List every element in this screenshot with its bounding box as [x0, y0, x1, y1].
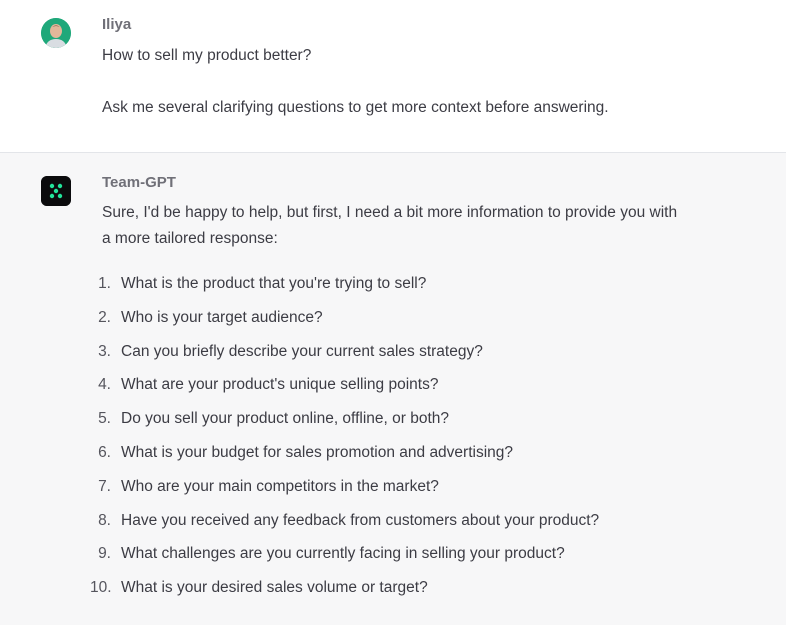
user-avatar-icon: [41, 18, 71, 48]
list-item: 9. What challenges are you currently faci…: [90, 545, 599, 579]
list-item-number: 7.: [98, 477, 111, 495]
list-item-text: What is the product that you're trying t…: [121, 275, 427, 292]
user-message-line: Ask me several clarifying questions to g…: [102, 99, 609, 116]
list-item-text: Who are your main competitors in the mar…: [121, 477, 439, 495]
list-item: 2. Who is your target audience?: [90, 309, 599, 343]
list-item-text: What is your budget for sales promotion …: [121, 443, 514, 461]
list-item-number: 1.: [98, 275, 111, 292]
list-item-number: 5.: [98, 410, 111, 428]
list-item-text: Do you sell your product online, offline…: [121, 410, 449, 428]
list-item: 10. What is your desired sales volume or …: [90, 579, 599, 613]
list-item: 5. Do you sell your product online, offli…: [90, 410, 599, 444]
list-item-number: 4.: [98, 376, 111, 394]
list-item-text: Who is your target audience?: [121, 308, 323, 326]
list-item: 8. Have you received any feedback from cu…: [90, 512, 599, 546]
list-item: 3. Can you briefly describe your current …: [90, 343, 599, 377]
list-item-number: 6.: [98, 443, 111, 461]
list-item-text: What is your desired sales volume or tar…: [121, 579, 428, 597]
clarifying-questions-list: 1. What is the product that you're trying…: [90, 275, 599, 613]
list-item-number: 8.: [98, 511, 111, 529]
list-item-number: 3.: [98, 342, 111, 360]
list-item: 6. What is your budget for sales promotio…: [90, 444, 599, 478]
list-item: 7. Who are your main competitors in the m…: [90, 478, 599, 512]
list-item-number: 2.: [98, 308, 111, 326]
list-item: 4. What are your product's unique selling…: [90, 376, 599, 410]
assistant-author-name: Team-GPT: [102, 174, 176, 191]
list-item-text: What are your product's unique selling p…: [121, 376, 439, 394]
user-message-line: How to sell my product better?: [102, 47, 312, 64]
list-item-number: 9.: [98, 545, 111, 563]
team-gpt-logo-icon: [41, 176, 71, 206]
list-item-text: What challenges are you currently facing…: [121, 545, 565, 563]
assistant-intro-line: Sure, I'd be happy to help, but first, I…: [102, 204, 678, 221]
list-item: 1. What is the product that you're trying…: [90, 275, 599, 309]
list-item-number: 10.: [90, 579, 112, 597]
user-author-name: Iliya: [102, 16, 132, 33]
list-item-text: Can you briefly describe your current sa…: [121, 342, 483, 360]
assistant-intro-line: a more tailored response:: [102, 230, 278, 247]
list-item-text: Have you received any feedback from cust…: [121, 511, 600, 529]
user-message: Iliya How to sell my product better? Ask…: [0, 0, 786, 153]
